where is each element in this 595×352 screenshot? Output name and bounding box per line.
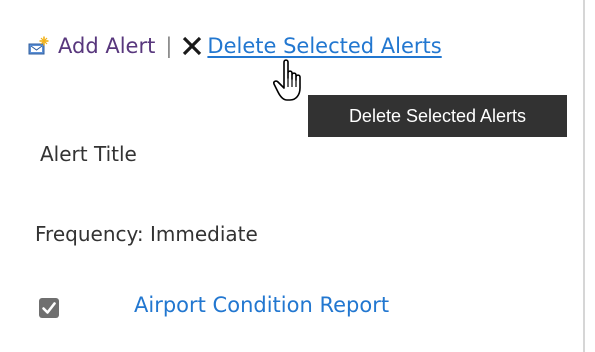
alerts-panel: Add Alert | Delete Selected Alerts Alert…: [0, 0, 585, 352]
alert-title-header: Alert Title: [40, 142, 137, 166]
hand-pointer-cursor: [272, 58, 312, 106]
frequency-label: Frequency: Immediate: [35, 222, 258, 246]
toolbar-separator: |: [165, 34, 173, 58]
add-alert-icon[interactable]: [28, 36, 50, 56]
delete-x-icon[interactable]: [181, 35, 203, 57]
alert-item-link[interactable]: Airport Condition Report: [134, 293, 389, 317]
delete-tooltip: Delete Selected Alerts: [308, 95, 567, 137]
checkmark-icon: [42, 302, 56, 314]
add-alert-link[interactable]: Add Alert: [58, 34, 155, 58]
alerts-toolbar: Add Alert | Delete Selected Alerts: [28, 31, 442, 61]
alert-checkbox[interactable]: [39, 298, 59, 318]
delete-selected-alerts-link[interactable]: Delete Selected Alerts: [207, 34, 441, 58]
